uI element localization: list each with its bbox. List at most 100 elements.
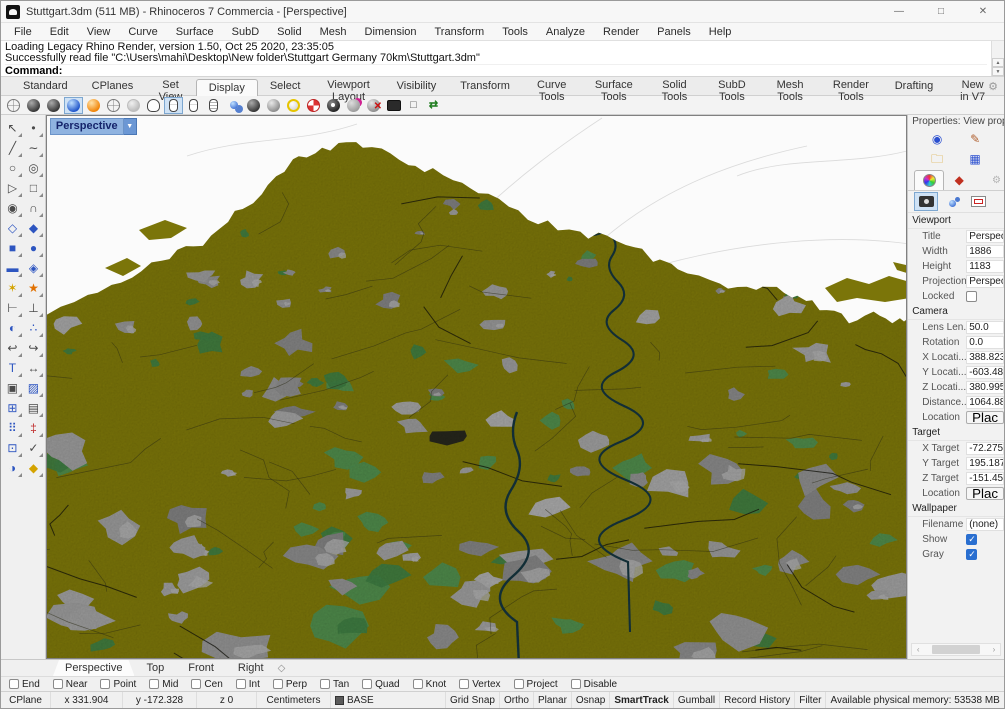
cage-edit-icon[interactable]: ✶ <box>2 278 23 298</box>
cplane-button[interactable]: CPlane <box>1 692 51 708</box>
points-icon[interactable]: ∴ <box>23 318 44 338</box>
menu-file[interactable]: File <box>5 23 41 40</box>
rectangle-icon[interactable]: □ <box>23 178 44 198</box>
osnap-mid[interactable]: Mid <box>149 679 178 690</box>
scrollbar-thumb[interactable] <box>932 645 981 654</box>
surface-corner-icon[interactable]: ◆ <box>23 218 44 238</box>
tab-display[interactable]: Display <box>195 79 258 96</box>
layer-button[interactable]: BASE <box>331 692 446 708</box>
osnap-checkbox[interactable] <box>149 679 160 689</box>
material-tab[interactable]: ◆ <box>944 170 974 190</box>
block-icon[interactable]: ▣ <box>2 378 23 398</box>
vptab-perspective[interactable]: Perspective <box>53 660 134 676</box>
menu-edit[interactable]: Edit <box>41 23 78 40</box>
perspective-viewport[interactable]: Perspective ▼ <box>45 115 908 659</box>
polygon-icon[interactable]: ▷ <box>2 178 23 198</box>
cam-x-field[interactable]: 388.823 <box>966 351 1004 364</box>
osnap-checkbox[interactable] <box>235 679 246 689</box>
chevron-down-icon[interactable]: ▼ <box>123 118 137 135</box>
ortho-toggle[interactable]: Ortho <box>500 692 534 708</box>
panel-horizontal-scrollbar[interactable]: ‹ › <box>911 643 1001 656</box>
osnap-near[interactable]: Near <box>52 679 87 690</box>
mouse-pan-icon[interactable] <box>184 97 203 114</box>
dimension-chain-icon[interactable]: ‡ <box>23 418 44 438</box>
osnap-checkbox[interactable] <box>9 679 19 689</box>
shade-object-icon[interactable] <box>244 97 263 114</box>
display-color-tab[interactable] <box>914 170 945 190</box>
rendered-display-icon[interactable] <box>44 97 63 114</box>
cam-y-field[interactable]: -603.48 <box>966 366 1004 379</box>
osnap-checkbox[interactable] <box>362 679 373 689</box>
gem-icon[interactable]: ◆ <box>23 458 44 478</box>
viewport-title-label[interactable]: Perspective <box>49 118 124 135</box>
osnap-int[interactable]: Int <box>235 679 260 690</box>
menu-mesh[interactable]: Mesh <box>311 23 356 40</box>
target-z-field[interactable]: -151.45 <box>966 472 1004 485</box>
tab-solid-tools[interactable]: Solid Tools <box>646 78 703 103</box>
sphere-icon[interactable]: ● <box>23 238 44 258</box>
adjust-curve-icon[interactable]: ↩ <box>2 338 23 358</box>
target-y-field[interactable]: 195.187 <box>966 457 1004 470</box>
tab-select[interactable]: Select <box>258 78 313 95</box>
vptab-front[interactable]: Front <box>176 660 226 676</box>
gray-sphere-icon[interactable] <box>264 97 283 114</box>
eye-sphere-icon[interactable] <box>324 97 343 114</box>
clear-display-icon[interactable]: ✕ <box>364 97 383 114</box>
osnap-checkbox[interactable] <box>52 679 63 689</box>
tab-drafting[interactable]: Drafting <box>883 78 946 95</box>
menu-subd[interactable]: SubD <box>223 23 269 40</box>
osnap-perp[interactable]: Perp <box>272 679 307 690</box>
fullscreen-monitor-icon[interactable] <box>384 97 403 114</box>
surface-plane-icon[interactable]: ◇ <box>2 218 23 238</box>
osnap-checkbox[interactable] <box>100 679 111 689</box>
gray-checkbox[interactable] <box>966 549 978 560</box>
highlight-sphere-icon[interactable] <box>284 97 303 114</box>
point-icon[interactable]: • <box>23 118 44 138</box>
hatch-icon[interactable]: ▤ <box>23 398 44 418</box>
properties-panel-icon[interactable]: ◉ <box>918 129 956 149</box>
explode-icon[interactable]: ★ <box>23 278 44 298</box>
osnap-checkbox[interactable] <box>320 679 331 689</box>
circle-icon[interactable]: ○ <box>2 158 23 178</box>
maximize-button[interactable]: □ <box>920 1 962 22</box>
text-icon[interactable]: T <box>2 358 23 378</box>
lens-field[interactable]: 50.0 <box>966 321 1004 334</box>
target-x-field[interactable]: -72.275 <box>966 442 1004 455</box>
raytraced-display-icon[interactable] <box>84 97 103 114</box>
command-scroll-down-icon[interactable]: ▼ <box>992 67 1004 76</box>
record-history-toggle[interactable]: Record History <box>720 692 796 708</box>
menu-tools[interactable]: Tools <box>493 23 537 40</box>
tab-viewport-layout[interactable]: Viewport Layout <box>312 78 384 103</box>
tab-visibility[interactable]: Visibility <box>385 78 449 95</box>
osnap-checkbox[interactable] <box>459 679 470 689</box>
dimension-icon[interactable]: ↔ <box>23 358 44 378</box>
cplane-target-icon[interactable] <box>304 97 323 114</box>
refresh-shade-icon[interactable]: ⇄ <box>424 97 443 114</box>
mouse-rotate-icon[interactable] <box>164 96 183 114</box>
locked-checkbox[interactable] <box>966 291 978 302</box>
grid-snap-toggle[interactable]: Grid Snap <box>446 692 500 708</box>
smarttrack-toggle[interactable]: SmartTrack <box>610 692 674 708</box>
osnap-checkbox[interactable] <box>513 679 524 689</box>
osnap-toggle[interactable]: Osnap <box>572 692 611 708</box>
filter-toggle[interactable]: Filter <box>795 692 827 708</box>
cam-z-field[interactable]: 380.995 <box>966 381 1004 394</box>
menu-solid[interactable]: Solid <box>268 23 310 40</box>
mouse-zoom-icon[interactable] <box>204 97 223 114</box>
menu-analyze[interactable]: Analyze <box>537 23 594 40</box>
check-icon[interactable]: ✓ <box>23 438 44 458</box>
close-button[interactable]: ✕ <box>962 1 1004 22</box>
vptab-top[interactable]: Top <box>134 660 176 676</box>
menu-render[interactable]: Render <box>594 23 648 40</box>
select-arrow-icon[interactable]: ↖ <box>2 118 23 138</box>
shaded-display-icon[interactable] <box>24 97 43 114</box>
units-button[interactable]: Centimeters <box>257 692 331 708</box>
tab-mesh-tools[interactable]: Mesh Tools <box>761 78 819 103</box>
arc-icon[interactable]: ∩ <box>23 198 44 218</box>
chamfer-icon[interactable]: ⊥ <box>23 298 44 318</box>
polyline-icon[interactable]: ╱ <box>2 138 23 158</box>
tab-curve-tools[interactable]: Curve Tools <box>522 78 582 103</box>
menu-dimension[interactable]: Dimension <box>356 23 426 40</box>
object-properties-button[interactable] <box>940 192 964 211</box>
osnap-checkbox[interactable] <box>412 679 423 689</box>
